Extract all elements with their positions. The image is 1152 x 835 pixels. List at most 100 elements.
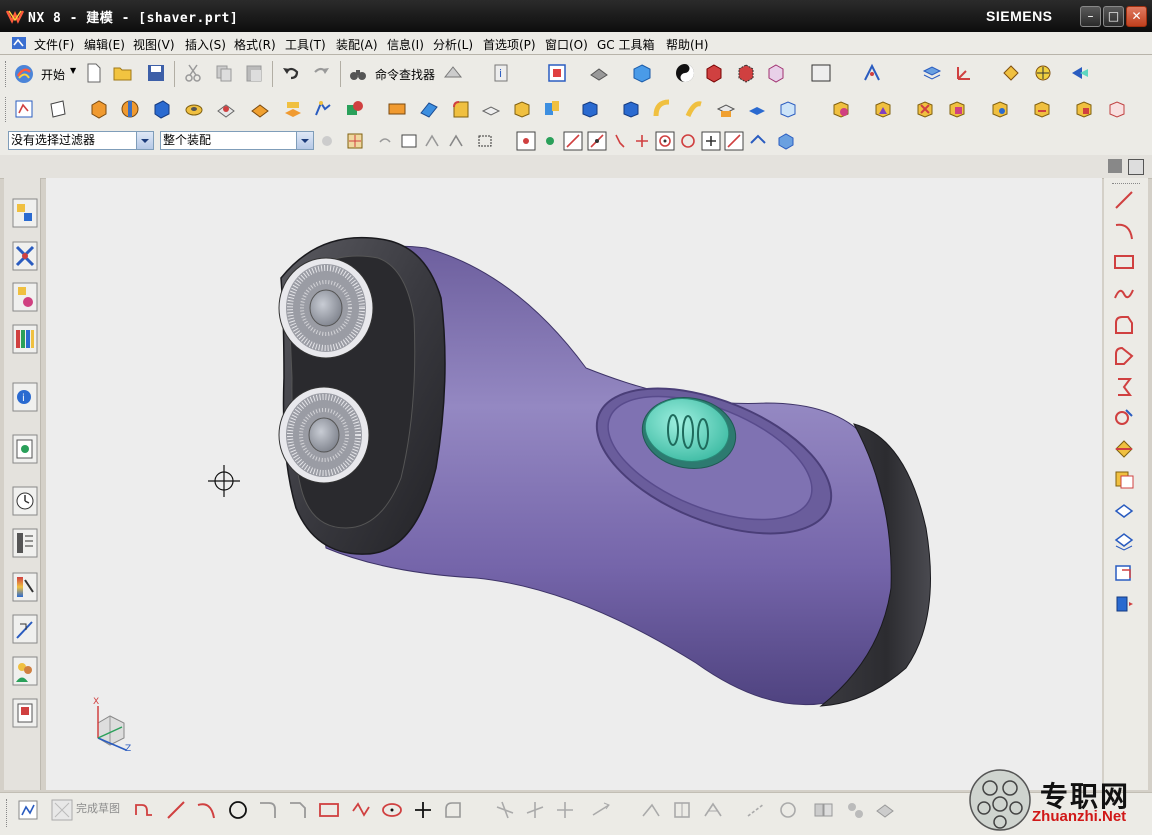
snap-arc-center-icon[interactable] (655, 131, 675, 151)
render-style-icon[interactable] (675, 63, 695, 83)
paste-icon[interactable] (244, 63, 264, 83)
menu-edit[interactable]: 编辑(E) (84, 36, 125, 53)
make-corner-icon[interactable] (554, 799, 576, 821)
select-feature-icon[interactable] (423, 132, 441, 150)
undo-icon[interactable] (281, 63, 301, 83)
menu-preferences[interactable]: 首选项(P) (483, 36, 536, 53)
auto-dimension-icon[interactable] (1112, 530, 1136, 554)
menu-window[interactable]: 窗口(O) (545, 36, 588, 53)
general-select-icon[interactable] (346, 132, 364, 150)
shaded-view-icon[interactable] (589, 63, 609, 83)
menu-help[interactable]: 帮助(H) (666, 36, 708, 53)
scale-body-icon[interactable] (778, 99, 798, 119)
sketch-ellipse-icon[interactable] (381, 799, 403, 821)
menu-information[interactable]: 信息(I) (387, 36, 424, 53)
shell-icon[interactable] (512, 99, 532, 119)
undo-selection-icon[interactable] (376, 132, 394, 150)
sync-pull-face-icon[interactable] (873, 99, 893, 119)
constraint-icon[interactable] (1112, 499, 1136, 523)
copy-icon[interactable] (214, 63, 234, 83)
chevron-down-icon[interactable] (296, 132, 313, 149)
toolbar-grip[interactable] (6, 799, 10, 827)
layer-icon[interactable] (922, 63, 942, 83)
subtract-icon[interactable] (387, 99, 407, 119)
project-curve-icon[interactable] (1112, 375, 1136, 399)
menu-view[interactable]: 视图(V) (133, 36, 175, 53)
sync-replace-face-icon[interactable] (947, 99, 967, 119)
start-icon[interactable] (13, 63, 35, 85)
snap-intersection-icon[interactable] (632, 131, 652, 151)
toolbar-grip[interactable] (5, 61, 9, 87)
draft-icon[interactable] (542, 99, 562, 119)
sketch-polygon-icon[interactable] (350, 799, 372, 821)
resize-handle-icon[interactable] (1108, 159, 1122, 173)
sync-copy-face-icon[interactable] (1074, 99, 1094, 119)
move-object-icon[interactable] (1033, 63, 1053, 83)
arc-icon[interactable] (1112, 219, 1136, 243)
sketch-constraint-icon[interactable] (590, 799, 612, 821)
sketch-task-icon[interactable] (17, 799, 39, 821)
intersection-curve-icon[interactable] (1112, 406, 1136, 430)
cut-icon[interactable] (183, 63, 203, 83)
offset-curve-icon[interactable] (1112, 344, 1136, 368)
menu-assembly[interactable]: 装配(A) (336, 36, 378, 53)
hole-icon[interactable] (184, 99, 204, 119)
alternate-solution-icon[interactable] (777, 799, 799, 821)
info-icon[interactable]: i (491, 63, 511, 83)
constraint-navigator-icon[interactable] (12, 241, 38, 271)
history-icon[interactable] (12, 486, 38, 516)
thicken-icon[interactable] (747, 99, 767, 119)
profile-icon[interactable] (1112, 313, 1136, 337)
chevron-down-icon[interactable] (136, 132, 153, 149)
sketch-settings-icon[interactable] (874, 799, 896, 821)
snap-point-icon[interactable] (540, 131, 560, 151)
snap-point-on-surface-icon[interactable] (748, 131, 768, 151)
selection-scope-dropdown[interactable]: 整个装配 (160, 131, 314, 150)
sync-offset-region-icon[interactable] (915, 99, 935, 119)
new-file-icon[interactable] (84, 63, 104, 83)
geometric-constraint-icon[interactable] (640, 799, 662, 821)
wireframe-icon[interactable] (766, 63, 786, 83)
redo-icon[interactable] (311, 63, 331, 83)
revolve-icon[interactable] (120, 99, 140, 119)
minimize-button[interactable]: – (1080, 6, 1101, 27)
pad-icon[interactable] (283, 99, 303, 119)
part-navigator-icon[interactable] (12, 282, 38, 312)
select-face-icon[interactable] (400, 132, 418, 150)
menu-insert[interactable]: 插入(S) (185, 36, 226, 53)
offset-face-icon[interactable] (716, 99, 736, 119)
visualization-icon[interactable] (12, 572, 38, 602)
process-studio-icon[interactable] (12, 528, 38, 558)
snap-control-point-icon[interactable] (610, 131, 630, 151)
sync-cut-face-icon[interactable] (1107, 99, 1127, 119)
sketch-plane-icon[interactable] (1112, 561, 1136, 585)
finish-sketch-button[interactable]: 完成草图 (76, 800, 120, 816)
sketch-chamfer-icon[interactable] (287, 799, 309, 821)
sync-move-face-icon[interactable] (831, 99, 851, 119)
pocket-icon[interactable] (250, 99, 270, 119)
select-body-icon[interactable] (447, 132, 465, 150)
type-filter-dropdown[interactable]: 没有选择过滤器 (8, 131, 154, 150)
edge-display-icon[interactable] (704, 63, 724, 83)
reuse-library-icon[interactable] (12, 324, 38, 354)
auto-constrain-icon[interactable] (702, 799, 724, 821)
fit-view-icon[interactable] (547, 63, 567, 83)
snap-point-on-curve-icon[interactable] (724, 131, 744, 151)
menu-format[interactable]: 格式(R) (234, 36, 276, 53)
convert-reference-icon[interactable] (745, 799, 767, 821)
extrude-icon[interactable] (89, 99, 109, 119)
pattern-feature-icon[interactable] (580, 99, 600, 119)
background-icon[interactable] (811, 63, 831, 83)
quick-extend-icon[interactable] (524, 799, 546, 821)
line-icon[interactable] (1112, 188, 1136, 212)
hd3d-tools-icon[interactable]: i (12, 382, 38, 412)
snap-line-icon[interactable] (563, 131, 583, 151)
menu-tools[interactable]: 工具(T) (285, 36, 326, 53)
maximize-button[interactable]: □ (1103, 6, 1124, 27)
app-menu-icon[interactable] (10, 35, 28, 51)
binoculars-icon[interactable] (348, 64, 368, 84)
isometric-view-icon[interactable] (632, 63, 652, 83)
snap-view-icon[interactable] (443, 63, 463, 83)
hidden-edges-icon[interactable] (736, 63, 756, 83)
sync-delete-face-icon[interactable] (1032, 99, 1052, 119)
